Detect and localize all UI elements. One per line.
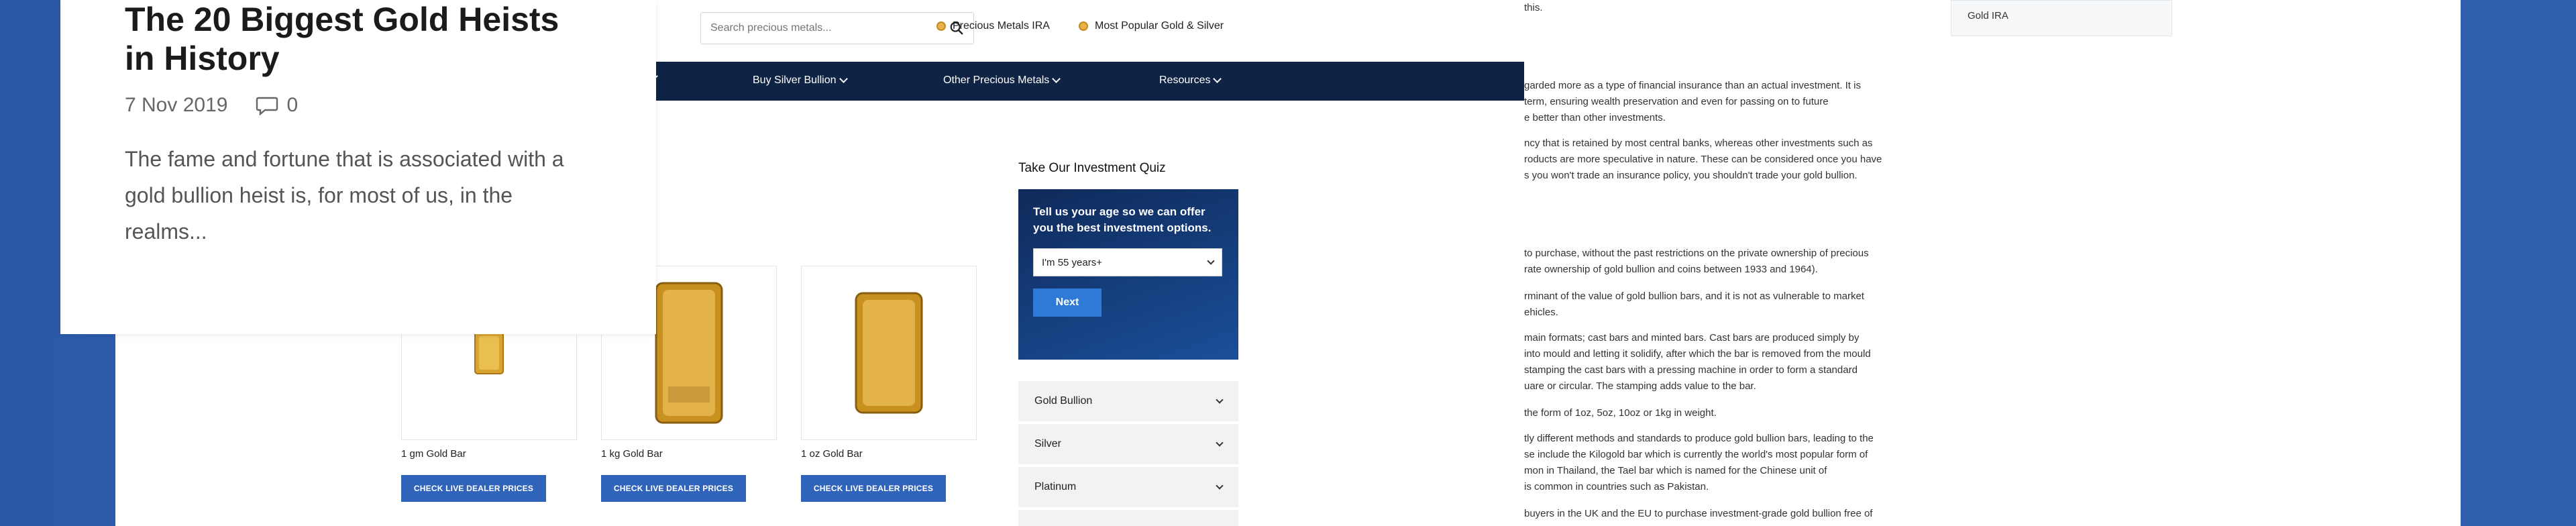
product-name[interactable]: 1 kg Gold Bar <box>601 448 663 460</box>
chevron-down-icon <box>1216 482 1224 490</box>
accordion-gold-bullion[interactable]: Gold Bullion <box>1018 381 1238 423</box>
article-text-screenshot: this. garded more as a type of financial… <box>1524 0 2461 526</box>
quiz-box: Tell us your age so we can offer you the… <box>1018 189 1238 360</box>
check-prices-button[interactable]: CHECK LIVE DEALER PRICES <box>601 475 746 502</box>
check-prices-button[interactable]: CHECK LIVE DEALER PRICES <box>801 475 946 502</box>
gold-bar-image <box>474 331 504 374</box>
chevron-down-icon <box>1216 396 1224 404</box>
precious-metals-ira-link[interactable]: Precious Metals IRA <box>936 20 1050 32</box>
background-band <box>2461 0 2576 526</box>
text-line: stamping the cast bars with a pressing m… <box>1524 364 1858 376</box>
text-line: term, ensuring wealth preservation and e… <box>1524 96 1829 107</box>
text-line: tly different methods and standards to p… <box>1524 433 1874 444</box>
product-name[interactable]: 1 oz Gold Bar <box>801 448 863 460</box>
chevron-down-icon <box>839 74 848 83</box>
text-line: ncy that is retained by most central ban… <box>1524 138 1873 149</box>
precious-metals-ira-label: Precious Metals IRA <box>953 20 1050 32</box>
search-box[interactable] <box>700 12 974 44</box>
comment-count: 0 <box>286 94 299 116</box>
accordion-label: Silver <box>1034 438 1062 450</box>
text-line: ehicles. <box>1524 307 1558 318</box>
text-line: se include the Kilogold bar which is cur… <box>1524 449 1868 460</box>
chevron-down-icon <box>1213 74 1222 83</box>
age-select-value: I'm 55 years+ <box>1042 256 1102 268</box>
text-line: this. <box>1524 2 1543 13</box>
age-select[interactable]: I'm 55 years+ <box>1033 248 1222 276</box>
accordion-label: Gold Bullion <box>1034 395 1093 407</box>
text-line: mon in Thailand, the Tael bar which is n… <box>1524 465 1827 476</box>
next-button[interactable]: Next <box>1033 288 1102 317</box>
gold-bar-image <box>855 292 923 414</box>
product-card[interactable] <box>801 266 977 440</box>
text-line: is common in countries such as Pakistan. <box>1524 481 1709 492</box>
accordion-label: Platinum <box>1034 481 1077 492</box>
article-meta: 7 Nov 2019 0 <box>125 94 592 117</box>
comments-link[interactable]: 0 <box>256 94 298 117</box>
chevron-down-icon <box>1207 257 1215 265</box>
nav-buy-silver[interactable]: Buy Silver Bullion <box>753 74 848 87</box>
text-line: the form of 1oz, 5oz, 10oz or 1kg in wei… <box>1524 407 1717 419</box>
nav-buy-silver-label: Buy Silver Bullion <box>753 74 837 86</box>
text-line: main formats; cast bars and minted bars.… <box>1524 332 1860 344</box>
accordion-more[interactable] <box>1018 510 1238 526</box>
check-prices-button[interactable]: CHECK LIVE DEALER PRICES <box>401 475 546 502</box>
chevron-down-icon <box>1052 74 1061 83</box>
quiz-heading: Tell us your age so we can offer you the… <box>1033 205 1212 234</box>
nav-other-metals-label: Other Precious Metals <box>943 74 1050 86</box>
text-line: buyers in the UK and the EU to purchase … <box>1524 508 1873 519</box>
text-line: e better than other investments. <box>1524 112 1666 123</box>
article-date: 7 Nov 2019 <box>125 94 228 116</box>
text-line: into mould and letting it solidify, afte… <box>1524 348 1871 360</box>
coin-icon <box>1079 21 1088 31</box>
text-line: rminant of the value of gold bullion bar… <box>1524 291 1864 302</box>
text-line: roducts are more speculative in nature. … <box>1524 154 1882 165</box>
article-title[interactable]: The 20 Biggest Gold Heists in History <box>125 0 592 78</box>
chevron-down-icon <box>1216 439 1224 447</box>
coin-icon <box>936 21 946 31</box>
quiz-title: Take Our Investment Quiz <box>1018 161 1166 175</box>
search-input[interactable] <box>710 22 949 34</box>
nav-resources-label: Resources <box>1159 74 1211 86</box>
gold-bar-image <box>655 282 723 424</box>
product-name[interactable]: 1 gm Gold Bar <box>401 448 466 460</box>
article-card[interactable]: The 20 Biggest Gold Heists in History 7 … <box>60 0 656 334</box>
text-line: s you won't trade an insurance policy, y… <box>1524 170 1858 181</box>
nav-other-metals[interactable]: Other Precious Metals <box>943 74 1061 87</box>
accordion-platinum[interactable]: Platinum <box>1018 467 1238 509</box>
sidebar-item-label: Gold IRA <box>1968 10 2008 21</box>
text-line: uare or circular. The stamping adds valu… <box>1524 380 1756 392</box>
comment-icon <box>256 97 278 115</box>
article-excerpt: The fame and fortune that is associated … <box>125 147 564 244</box>
most-popular-link[interactable]: Most Popular Gold & Silver <box>1079 20 1224 32</box>
most-popular-label: Most Popular Gold & Silver <box>1095 20 1224 32</box>
text-line: to purchase, without the past restrictio… <box>1524 248 1869 259</box>
text-line: rate ownership of gold bullion and coins… <box>1524 264 1818 275</box>
text-line: garded more as a type of financial insur… <box>1524 80 1861 91</box>
accordion-silver[interactable]: Silver <box>1018 424 1238 466</box>
sidebar-item-gold-ira[interactable]: Gold IRA <box>1951 0 2172 36</box>
nav-resources[interactable]: Resources <box>1159 74 1222 87</box>
